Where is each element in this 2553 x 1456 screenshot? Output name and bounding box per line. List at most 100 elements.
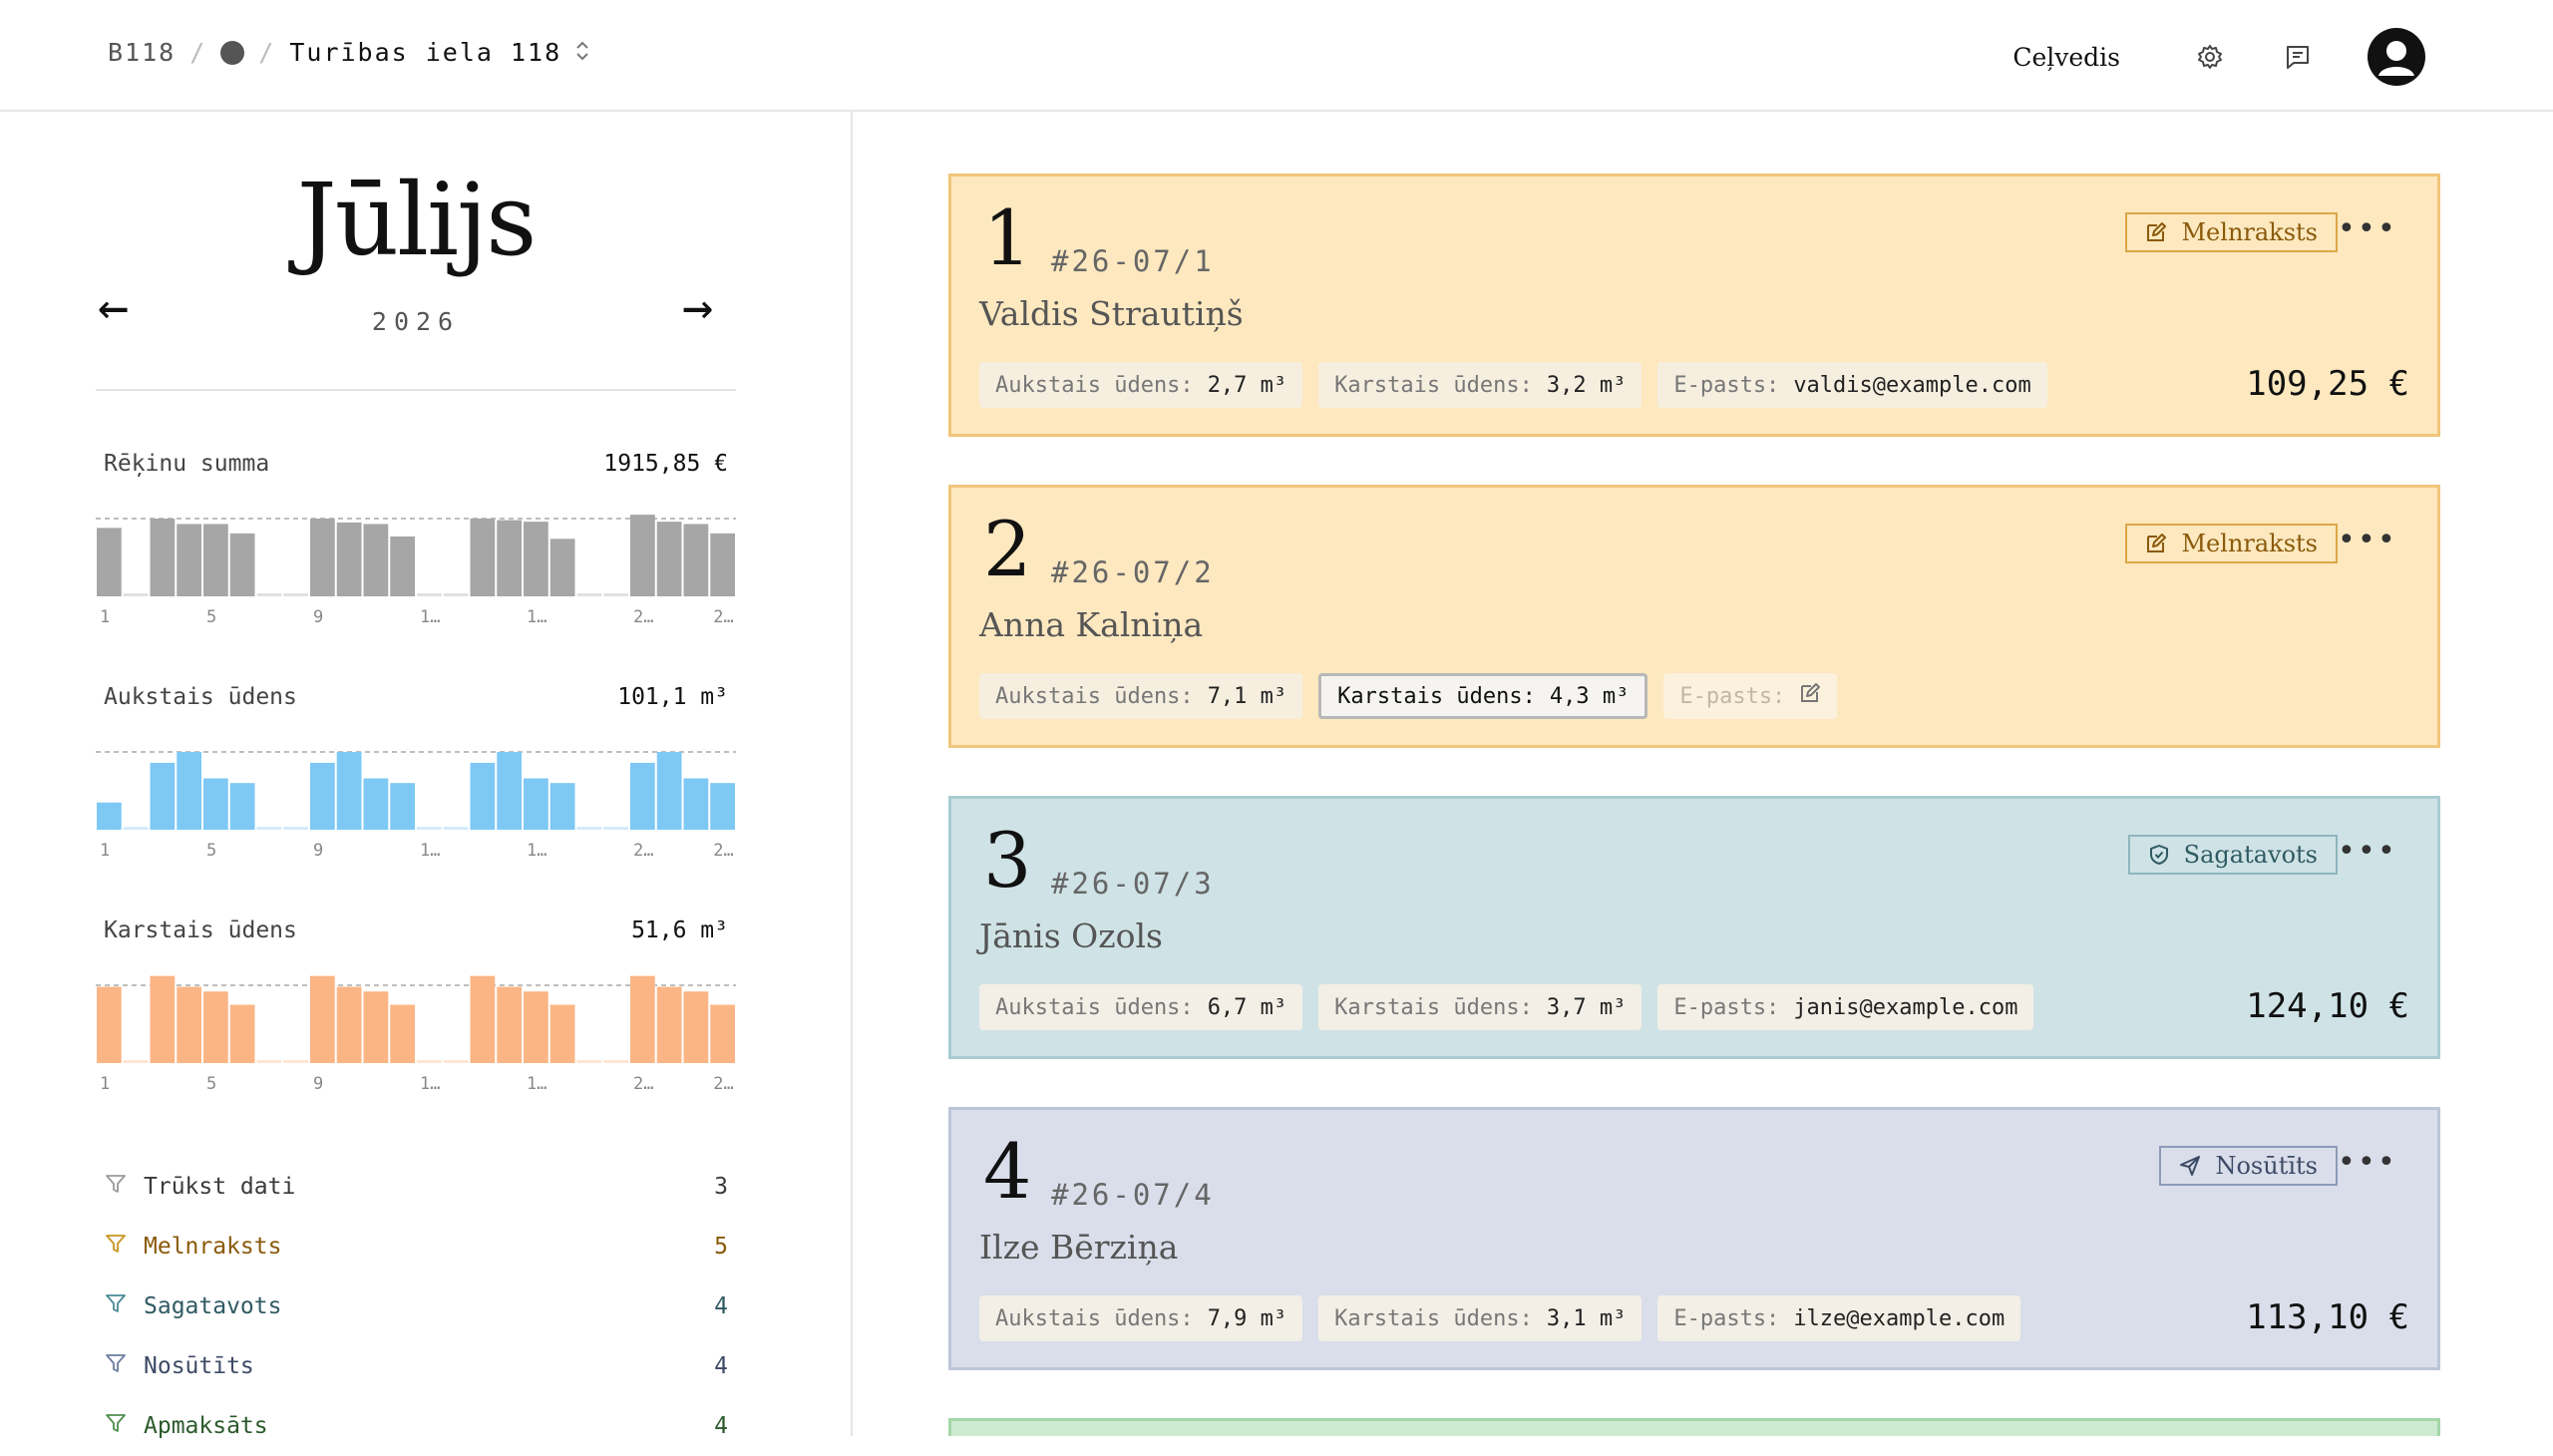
email-chip-empty[interactable]: E-pasts: [1663,673,1838,719]
cold-water-chip[interactable]: Aukstais ūdens: 2,7 m³ [979,362,1303,408]
chart-bar [310,762,335,830]
tenant-name: Ilze Bērziņa [979,1228,1179,1267]
chart-bar [363,778,389,830]
filter-icon [104,1351,128,1381]
email-chip[interactable]: E-pasts: ilze@example.com [1657,1295,2021,1341]
chart-bar [576,1060,602,1063]
invoice-code: #26-07/1 [1051,244,1215,278]
chart-bar [470,762,496,830]
edit-icon[interactable] [1799,682,1821,710]
chip-label: Aukstais ūdens: [995,683,1194,709]
hot-water-chart: 1 5 9 1… 1… 2… 2… [96,975,736,1094]
chart-tick-label: 1 [100,841,110,861]
settings-gear-icon[interactable] [2182,29,2238,85]
chart-bar [549,1004,575,1063]
more-options-icon[interactable]: ••• [2338,214,2397,244]
invoice-code: #26-07/4 [1051,1178,1215,1212]
chart-tick-label: 5 [206,841,216,861]
more-options-icon[interactable]: ••• [2338,526,2397,555]
status-badge[interactable]: Melnraksts [2125,212,2338,252]
status-badge[interactable]: Melnraksts [2125,524,2338,563]
cold-water-chip[interactable]: Aukstais ūdens: 7,9 m³ [979,1295,1303,1341]
invoice-card[interactable]: 3 #26-07/3 Jānis Ozols Sagatavots ••• Au… [948,796,2440,1059]
shield-check-icon [2149,845,2168,865]
filter-draft[interactable]: Melnraksts 5 [96,1217,736,1276]
chart-bar [203,991,228,1063]
hot-water-chip[interactable]: Karstais ūdens: 3,2 m³ [1318,362,1642,408]
guide-link[interactable]: Ceļvedis [2012,43,2120,72]
status-badge[interactable]: Sagatavots [2127,835,2338,875]
chevron-up-down-icon[interactable] [573,38,591,67]
building-code[interactable]: B118 [108,38,176,67]
hot-water-chip-focused[interactable]: Karstais ūdens: 4,3 m³ [1318,673,1648,719]
messages-icon[interactable] [2270,29,2326,85]
chart-tick-label: 1… [420,607,440,627]
email-chip[interactable]: E-pasts: valdis@example.com [1657,362,2047,408]
chart-bar [470,975,496,1063]
filter-missing-data[interactable]: Trūkst dati 3 [96,1157,736,1217]
chart-bar [177,752,201,830]
address-selector[interactable]: Turības iela 118 [289,38,561,67]
filter-sent[interactable]: Nosūtīts 4 [96,1336,736,1396]
invoice-card[interactable]: 4 #26-07/4 Ilze Bērziņa Nosūtīts ••• Auk… [948,1107,2440,1370]
chart-bar [497,986,522,1063]
chart-bar [310,519,335,596]
filter-icon [104,1232,128,1262]
chart-bar [683,524,709,596]
cold-water-chip[interactable]: Aukstais ūdens: 7,1 m³ [979,673,1303,719]
invoice-card[interactable]: 1 #26-07/1 Valdis Strautiņš Melnraksts •… [948,174,2440,437]
hot-water-chip[interactable]: Karstais ūdens: 3,7 m³ [1318,984,1642,1030]
filter-count: 4 [714,1293,728,1319]
chart-bar [576,827,602,830]
building-dot-icon[interactable] [220,40,245,65]
user-avatar[interactable] [2368,28,2425,86]
chart-tick-label: 1… [527,607,547,627]
chart-tick-label: 5 [206,607,216,627]
chart-bar [656,752,682,830]
invoice-code: #26-07/3 [1051,867,1215,901]
filter-paid[interactable]: Apmaksāts 4 [96,1396,736,1456]
chart-tick-label: 1… [527,1074,547,1094]
chart-bar [150,519,176,596]
filter-count: 5 [714,1234,728,1260]
chart-bar [417,827,442,830]
invoice-card-partial[interactable] [948,1418,2440,1436]
status-label: Melnraksts [2181,530,2318,557]
chart-bar [630,762,655,830]
chip-value: 3,1 m³ [1546,1305,1627,1331]
chart-bar [123,1060,149,1063]
edit-icon [2147,222,2167,241]
status-label: Sagatavots [2183,841,2318,869]
cold-water-chip[interactable]: Aukstais ūdens: 6,7 m³ [979,984,1303,1030]
more-options-icon[interactable]: ••• [2338,837,2397,867]
chart-bar [443,593,469,596]
chart-bar [97,802,122,830]
chip-value: 2,7 m³ [1207,372,1287,398]
chart-bar [177,524,201,596]
chart-bar [256,1060,282,1063]
chart-tick-label: 1… [420,1074,440,1094]
filter-prepared[interactable]: Sagatavots 4 [96,1276,736,1336]
chart-bar [256,593,282,596]
chart-bar [390,1004,415,1063]
divider [96,389,736,391]
edit-icon [2147,534,2167,552]
chart-bar [256,827,282,830]
metric-value: 101,1 m³ [617,684,728,710]
chart-bar [576,593,602,596]
email-chip[interactable]: E-pasts: janis@example.com [1657,984,2034,1030]
chip-value: 4,3 m³ [1549,683,1630,709]
status-badge[interactable]: Nosūtīts [2159,1146,2338,1186]
chart-tick-label: 9 [313,841,323,861]
invoice-card[interactable]: 2 #26-07/2 Anna Kalniņa Melnraksts ••• A… [948,485,2440,748]
chart-bar [603,827,628,830]
more-options-icon[interactable]: ••• [2338,1148,2397,1178]
hot-water-chip[interactable]: Karstais ūdens: 3,1 m³ [1318,1295,1642,1341]
status-label: Nosūtīts [2215,1152,2318,1180]
chip-value: 3,7 m³ [1546,994,1627,1020]
tenant-name: Jānis Ozols [979,916,1163,955]
filter-count: 4 [714,1413,728,1439]
filter-icon [104,1291,128,1321]
chart-tick-label: 2… [633,1074,653,1094]
chip-value: 7,9 m³ [1207,1305,1287,1331]
